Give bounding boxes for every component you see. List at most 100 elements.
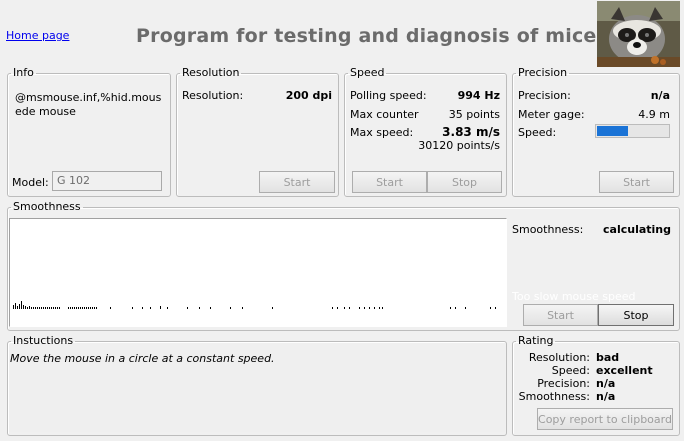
speed-start-button[interactable]: Start [352, 171, 427, 193]
smoothness-trace-mark [15, 303, 16, 309]
smoothness-trace-mark [92, 307, 93, 309]
smoothness-trace-mark [495, 307, 496, 309]
smoothness-trace-mark [349, 307, 350, 309]
smoothness-start-button[interactable]: Start [523, 304, 598, 326]
smoothness-trace-mark [199, 307, 200, 309]
smoothness-trace-mark [94, 307, 95, 309]
smoothness-stop-button[interactable]: Stop [598, 304, 674, 326]
resolution-start-button[interactable]: Start [259, 171, 335, 193]
smoothness-trace-mark [74, 307, 75, 309]
rating-speed-value: excellent [596, 364, 653, 377]
smoothness-trace-mark [490, 307, 491, 309]
smoothness-legend: Smoothness [13, 200, 81, 213]
smoothness-trace-mark [37, 307, 38, 309]
smoothness-trace-mark [450, 307, 451, 309]
smoothness-trace-mark [82, 307, 83, 309]
rating-smoothness-value: n/a [596, 390, 616, 403]
smoothness-trace-mark [369, 307, 370, 309]
rating-resolution-label: Resolution: [528, 351, 590, 364]
smoothness-trace-mark [33, 307, 34, 309]
raccoon-logo-icon [597, 1, 680, 67]
smoothness-trace-mark [70, 307, 71, 309]
rating-precision-label: Precision: [537, 377, 590, 390]
smoothness-trace-mark [382, 307, 383, 309]
max-counter-label: Max counter [350, 108, 419, 121]
rating-legend: Rating [518, 334, 554, 347]
smoothness-trace-mark [210, 307, 211, 309]
smoothness-trace-mark [39, 307, 40, 309]
meter-gage-value: 4.9 m [638, 108, 670, 121]
smoothness-trace-mark [59, 307, 60, 309]
smoothness-trace-mark [31, 307, 32, 309]
smoothness-trace-mark [80, 307, 81, 309]
rating-speed-label: Speed: [551, 364, 590, 377]
speed-stop-button[interactable]: Stop [427, 171, 502, 193]
smoothness-trace-mark [455, 307, 456, 309]
max-speed-value: 3.83 m/s [442, 125, 500, 139]
smoothness-trace-mark [57, 307, 58, 309]
home-page-link[interactable]: Home page [6, 29, 69, 42]
smoothness-plot [9, 218, 507, 327]
smoothness-trace-mark [160, 306, 161, 309]
rating-precision-value: n/a [596, 377, 616, 390]
instructions-legend: Instuctions [13, 334, 74, 347]
smoothness-trace-mark [29, 306, 30, 309]
smoothness-trace-mark [132, 307, 133, 309]
smoothness-trace-mark [142, 307, 143, 309]
instructions-text: Move the mouse in a circle at a constant… [10, 352, 275, 365]
smoothness-trace-mark [332, 307, 333, 309]
model-field[interactable]: G 102 [52, 171, 162, 191]
precision-value: n/a [650, 89, 670, 102]
smoothness-trace-mark [72, 307, 73, 309]
max-speed-points: 30120 points/s [418, 139, 500, 152]
smoothness-trace-mark [84, 307, 85, 309]
resolution-legend: Resolution [182, 66, 240, 79]
model-label: Model: [12, 176, 49, 189]
smoothness-trace-mark [49, 307, 50, 309]
max-speed-label: Max speed: [350, 126, 414, 139]
smoothness-trace-mark [68, 307, 69, 309]
precision-speed-meter-fill [597, 126, 628, 136]
smoothness-trace-mark [374, 307, 375, 309]
precision-legend: Precision [518, 66, 568, 79]
smoothness-trace-mark [51, 307, 52, 309]
smoothness-trace-mark [27, 307, 28, 309]
smoothness-trace-mark [465, 307, 466, 309]
meter-gage-label: Meter gage: [518, 108, 585, 121]
polling-speed-value: 994 Hz [457, 89, 500, 102]
smoothness-trace-mark [379, 307, 380, 309]
smoothness-trace-mark [359, 307, 360, 309]
smoothness-trace-mark [88, 307, 89, 309]
polling-speed-label: Polling speed: [350, 89, 427, 102]
speed-legend: Speed [350, 66, 385, 79]
max-counter-value: 35 points [448, 108, 500, 121]
resolution-value: 200 dpi [285, 89, 332, 102]
smoothness-trace-mark [47, 307, 48, 309]
rating-smoothness-label: Smoothness: [518, 390, 590, 403]
smoothness-trace-mark [272, 307, 273, 309]
page-title: Program for testing and diagnosis of mic… [136, 25, 597, 47]
smoothness-trace-mark [45, 307, 46, 309]
smoothness-trace-mark [242, 307, 243, 309]
precision-start-button[interactable]: Start [599, 171, 674, 193]
smoothness-trace-mark [150, 307, 151, 309]
driver-text: @msmouse.inf,%hid.mousede mouse [15, 91, 162, 118]
smoothness-trace-mark [13, 305, 14, 309]
smoothness-value: calculating [603, 223, 671, 236]
smoothness-trace-mark [76, 307, 77, 309]
smoothness-trace-mark [25, 306, 26, 309]
smoothness-trace-mark [96, 307, 97, 309]
smoothness-trace-mark [78, 307, 79, 309]
smoothness-trace-mark [167, 307, 168, 309]
copy-report-button[interactable]: Copy report to clipboard [537, 408, 673, 430]
smoothness-label: Smoothness: [512, 223, 584, 236]
info-legend: Info [13, 66, 34, 79]
smoothness-trace-mark [86, 307, 87, 309]
smoothness-trace-mark [23, 305, 24, 309]
smoothness-trace-mark [90, 307, 91, 309]
smoothness-trace-mark [337, 307, 338, 309]
smoothness-trace-mark [41, 307, 42, 309]
smoothness-trace-mark [21, 301, 22, 309]
smoothness-trace-mark [344, 307, 345, 309]
precision-label: Precision: [518, 89, 571, 102]
